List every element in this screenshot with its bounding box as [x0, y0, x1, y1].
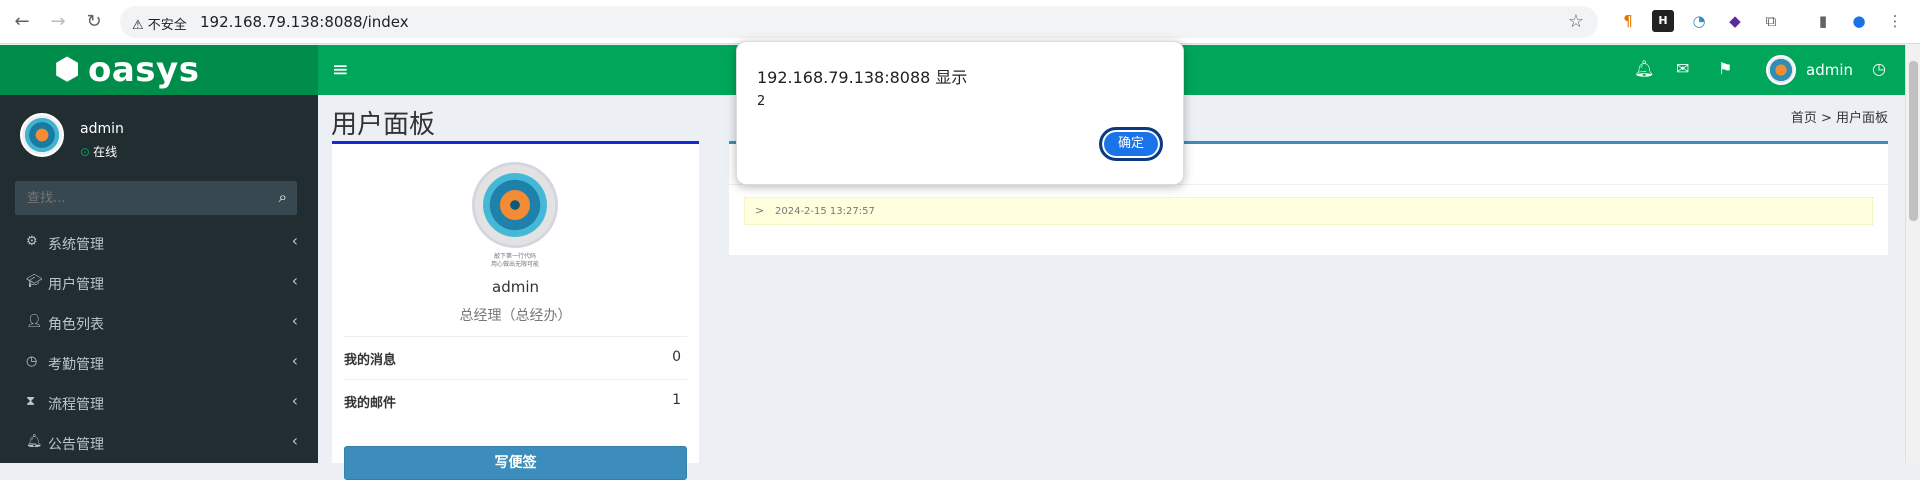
menu-toggle-icon[interactable]: ≡ — [332, 57, 349, 81]
breadcrumb[interactable]: 首页 > 用户面板 — [1791, 107, 1888, 126]
stat-row-messages[interactable]: 我的消息 0 — [344, 336, 687, 379]
cap-extension-icon[interactable]: ◆ — [1724, 10, 1746, 32]
profile-avatar — [472, 162, 558, 248]
logo-icon: ⬢ — [54, 52, 81, 87]
messages-label: 我的消息 — [344, 353, 397, 368]
notice-timestamp: 2024-2-15 13:27:57 — [775, 206, 875, 217]
sidebar-item-notices[interactable]: 🔔︎ 公告管理 ‹ — [0, 423, 318, 463]
chevron-left-icon: ‹ — [291, 311, 298, 330]
graduation-cap-icon: 🎓︎ — [26, 274, 43, 289]
ok-button[interactable]: 确定 — [1099, 127, 1163, 161]
list-item[interactable]: > 2024-2-15 13:27:57 — [744, 197, 1873, 225]
user-icon: 👤︎ — [26, 314, 43, 329]
mail-label: 我的邮件 — [344, 396, 397, 411]
chevron-left-icon: ‹ — [291, 231, 298, 250]
profile-card: 敲下第一行代码 用心做出无限可能 admin 总经理（总经办） 我的消息 0 我… — [332, 141, 699, 480]
gear-icon: ⚙ — [26, 234, 38, 249]
forward-icon[interactable]: → — [46, 10, 70, 34]
header-username[interactable]: admin — [1806, 61, 1853, 79]
address-bar[interactable]: ⚠ 不安全 192.168.79.138:8088/index ☆ — [120, 6, 1598, 38]
search-icon[interactable]: ⌕ — [279, 188, 287, 206]
online-status-label: 在线 — [93, 145, 118, 159]
side-panel-icon[interactable]: ▮ — [1812, 10, 1834, 32]
search-input[interactable] — [15, 181, 255, 215]
clock-icon: ◷ — [26, 354, 38, 369]
chevron-left-icon: ‹ — [291, 391, 298, 410]
scrollbar-thumb[interactable] — [1909, 61, 1918, 221]
clock-icon[interactable]: ◷ — [1872, 59, 1886, 78]
chevron-left-icon: ‹ — [291, 431, 298, 450]
sidebar-item-process[interactable]: ⧗ 流程管理 ‹ — [0, 383, 318, 423]
sidebar-avatar — [20, 113, 64, 157]
browser-toolbar: ← → ↻ ⚠ 不安全 192.168.79.138:8088/index ☆ … — [0, 0, 1920, 44]
profile-icon[interactable]: ● — [1848, 10, 1870, 32]
chevron-left-icon: ‹ — [291, 351, 298, 370]
sidebar: admin ⊙在线 ⌕ ⚙ 系统管理 ‹ 🎓︎ 用户管理 ‹ 👤︎ 角色列表 ‹… — [0, 95, 318, 463]
header-avatar[interactable] — [1766, 55, 1796, 85]
avatar-caption: 敲下第一行代码 用心做出无限可能 — [490, 253, 539, 268]
sidebar-item-label: 考勤管理 — [48, 357, 104, 373]
sidebar-search: ⌕ — [15, 181, 297, 215]
arrow-icon: > — [755, 204, 765, 217]
stat-row-mail[interactable]: 我的邮件 1 — [344, 379, 687, 422]
more-menu-icon[interactable]: ⋮ — [1884, 10, 1906, 32]
page-title: 用户面板 — [331, 110, 436, 140]
profile-name: admin — [492, 278, 539, 296]
hourglass-icon: ⧗ — [26, 394, 36, 409]
write-note-button[interactable]: 写便签 — [344, 446, 687, 480]
sidebar-item-label: 流程管理 — [48, 397, 104, 413]
bookmark-star-icon[interactable]: ☆ — [1568, 11, 1584, 32]
online-status: ⊙ 在线 — [80, 143, 117, 160]
sidebar-item-label: 公告管理 — [48, 437, 104, 453]
flag-icon[interactable]: ⚑ — [1718, 59, 1732, 78]
envelope-icon[interactable]: ✉ — [1676, 59, 1689, 78]
dialog-message: 2 — [757, 94, 766, 109]
insecure-warning[interactable]: ⚠ 不安全 — [132, 14, 187, 33]
sidebar-item-label: 角色列表 — [48, 317, 104, 333]
online-dot-icon: ⊙ — [80, 145, 91, 159]
reload-icon[interactable]: ↻ — [82, 10, 106, 34]
sidebar-item-label: 系统管理 — [48, 237, 104, 253]
h-extension-icon[interactable]: H — [1652, 10, 1674, 32]
extension-badge-icon[interactable]: ◔ — [1688, 10, 1710, 32]
sidebar-item-label: 用户管理 — [48, 277, 104, 293]
sidebar-item-roles[interactable]: 👤︎ 角色列表 ‹ — [0, 303, 318, 343]
bell-icon: 🔔︎ — [26, 434, 43, 449]
sidebar-item-attendance[interactable]: ◷ 考勤管理 ‹ — [0, 343, 318, 383]
extensions-puzzle-icon[interactable]: ⧉ — [1760, 10, 1782, 32]
profile-role: 总经理（总经办） — [459, 308, 572, 324]
sidebar-item-users[interactable]: 🎓︎ 用户管理 ‹ — [0, 263, 318, 303]
dialog-title: 192.168.79.138:8088 显示 — [757, 68, 968, 87]
messages-count: 0 — [672, 349, 681, 365]
mail-count: 1 — [672, 392, 681, 408]
sidebar-username: admin — [80, 121, 124, 137]
logo[interactable]: ⬢ oasys — [0, 45, 318, 95]
bell-icon[interactable]: 🔔︎ — [1634, 59, 1654, 78]
sidebar-item-system[interactable]: ⚙ 系统管理 ‹ — [0, 223, 318, 263]
url-text[interactable]: 192.168.79.138:8088/index — [200, 13, 409, 31]
alert-dialog: 192.168.79.138:8088 显示 2 确定 — [736, 41, 1184, 185]
back-icon[interactable]: ← — [10, 10, 34, 34]
chevron-left-icon: ‹ — [291, 271, 298, 290]
logo-text: oasys — [88, 50, 200, 90]
paragraph-extension-icon[interactable]: ¶ — [1617, 10, 1639, 32]
page-scrollbar[interactable] — [1905, 45, 1920, 463]
